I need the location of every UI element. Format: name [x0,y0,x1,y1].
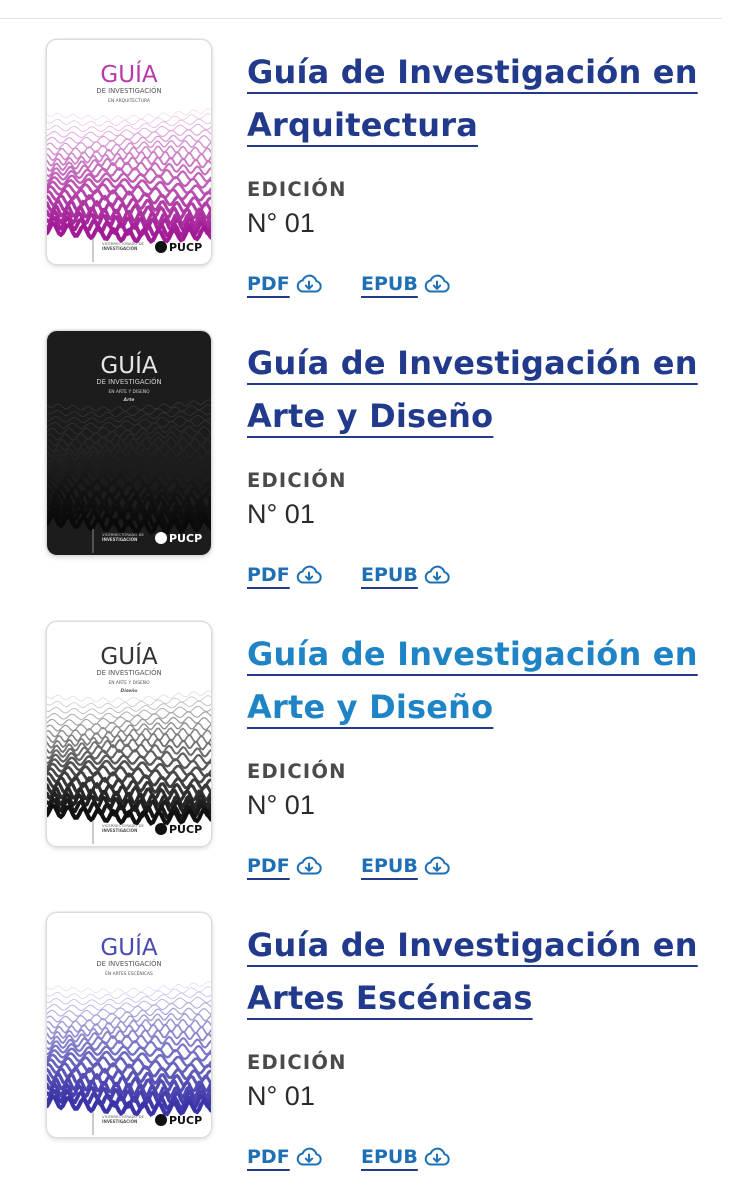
edition-value: N° 01 [247,1081,315,1111]
book-item: GUÍA DE INVESTIGACIÓN EN ARTES ESCÉNICAS… [0,913,746,1203]
book-item: GUÍA DE INVESTIGACIÓN EN ARTE Y DISEÑO D… [0,622,746,912]
pdf-download-link[interactable]: PDF [247,1146,323,1168]
cover-tag-text: Diseño [121,688,138,694]
pucp-seal-icon [155,823,167,835]
book-title-line-1[interactable]: Guía de Investigación en [247,53,698,91]
epub-download-link[interactable]: EPUB [361,855,451,877]
pdf-download-link[interactable]: PDF [247,564,323,586]
cover-brand-text: PUCP [169,532,202,545]
book-cover[interactable]: GUÍA DE INVESTIGACIÓN EN ARTES ESCÉNICAS… [47,913,211,1137]
edition-label: EDICIÓN [247,469,347,492]
epub-label[interactable]: EPUB [361,273,418,295]
edition-label: EDICIÓN [247,760,347,783]
cloud-download-icon [296,565,322,584]
cover-investigacion-unit-text: INVESTIGACIÓN [102,537,137,542]
pucp-seal-icon [155,241,167,253]
book-cover[interactable]: GUÍA DE INVESTIGACIÓN EN ARTE Y DISEÑO A… [47,331,211,555]
cover-investigacion-text: DE INVESTIGACIÓN [96,377,161,386]
book-cover-art: GUÍA DE INVESTIGACIÓN EN ARTES ESCÉNICAS… [47,913,211,1137]
book-cover-art: GUÍA DE INVESTIGACIÓN EN ARQUITECTURA VI… [47,40,211,264]
book-title[interactable]: Guía de Investigación en Artes Escénicas [247,919,707,1025]
epub-label[interactable]: EPUB [361,855,418,877]
epub-download-link[interactable]: EPUB [361,564,451,586]
pdf-label[interactable]: PDF [247,1146,290,1168]
cover-subtitle-text: EN ARTE Y DISEÑO [108,388,150,395]
epub-label[interactable]: EPUB [361,564,418,586]
cover-investigacion-text: DE INVESTIGACIÓN [96,86,161,95]
cover-brand-text: PUCP [169,823,202,836]
book-title-line-1[interactable]: Guía de Investigación en [247,635,698,673]
cover-guia-text: GUÍA [100,351,157,379]
cover-investigacion-unit-text: INVESTIGACIÓN [102,828,137,833]
epub-label[interactable]: EPUB [361,1146,418,1168]
epub-download-link[interactable]: EPUB [361,273,451,295]
edition-value: N° 01 [247,790,315,820]
cover-tag-text: Arte [123,397,135,403]
cover-guia-text: GUÍA [100,642,157,670]
pucp-seal-icon [155,1114,167,1126]
cover-investigacion-unit-text: INVESTIGACIÓN [102,246,137,251]
cover-investigacion-text: DE INVESTIGACIÓN [96,959,161,968]
book-title[interactable]: Guía de Investigación en Arquitectura [247,46,707,152]
edition-value: N° 01 [247,499,315,529]
book-title[interactable]: Guía de Investigación en Arte y Diseño [247,337,707,443]
book-cover-art: GUÍA DE INVESTIGACIÓN EN ARTE Y DISEÑO A… [47,331,211,555]
cloud-download-icon [296,856,322,875]
book-title-line-1[interactable]: Guía de Investigación en [247,926,698,964]
book-title-line-2[interactable]: Artes Escénicas [247,979,533,1017]
book-title-line-1[interactable]: Guía de Investigación en [247,344,698,382]
book-title[interactable]: Guía de Investigación en Arte y Diseño [247,628,707,734]
epub-download-link[interactable]: EPUB [361,1146,451,1168]
cover-investigacion-unit-text: INVESTIGACIÓN [102,1119,137,1124]
cloud-download-icon [424,856,450,875]
pdf-label[interactable]: PDF [247,564,290,586]
cloud-download-icon [424,274,450,293]
book-cover[interactable]: GUÍA DE INVESTIGACIÓN EN ARTE Y DISEÑO D… [47,622,211,846]
pdf-download-link[interactable]: PDF [247,855,323,877]
book-item: GUÍA DE INVESTIGACIÓN EN ARTE Y DISEÑO A… [0,331,746,621]
cloud-download-icon [296,1147,322,1166]
pdf-label[interactable]: PDF [247,273,290,295]
book-cover-art: GUÍA DE INVESTIGACIÓN EN ARTE Y DISEÑO D… [47,622,211,846]
cover-investigacion-text: DE INVESTIGACIÓN [96,668,161,677]
book-cover[interactable]: GUÍA DE INVESTIGACIÓN EN ARQUITECTURA VI… [47,40,211,264]
pdf-download-link[interactable]: PDF [247,273,323,295]
book-title-line-2[interactable]: Arte y Diseño [247,688,493,726]
cover-brand-text: PUCP [169,1114,202,1127]
cloud-download-icon [296,274,322,293]
pucp-seal-icon [155,532,167,544]
pdf-label[interactable]: PDF [247,855,290,877]
cover-subtitle-text: EN ARQUITECTURA [108,98,150,104]
cover-guia-text: GUÍA [100,60,157,88]
cloud-download-icon [424,565,450,584]
book-title-line-2[interactable]: Arte y Diseño [247,397,493,435]
book-item: GUÍA DE INVESTIGACIÓN EN ARQUITECTURA VI… [0,40,746,330]
edition-label: EDICIÓN [247,178,347,201]
cover-subtitle-text: EN ARTE Y DISEÑO [108,679,150,686]
cover-guia-text: GUÍA [100,933,157,961]
cloud-download-icon [424,1147,450,1166]
top-divider [0,18,722,19]
edition-label: EDICIÓN [247,1051,347,1074]
edition-value: N° 01 [247,208,315,238]
cover-brand-text: PUCP [169,241,202,254]
book-title-line-2[interactable]: Arquitectura [247,106,478,144]
